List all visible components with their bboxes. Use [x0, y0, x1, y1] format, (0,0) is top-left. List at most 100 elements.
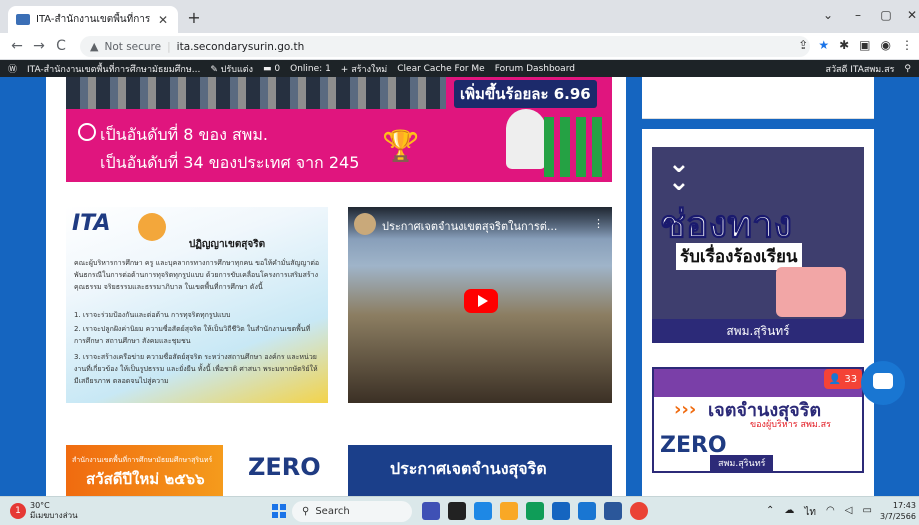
onedrive-icon[interactable]: ☁ — [784, 505, 794, 520]
declaration-item-1: 1. เราจะร่วมป้องกันและต่อต้าน การทุจริตท… — [74, 311, 231, 319]
screen: ITA-สำนักงานเขตพื้นที่การศึกษามัธยม... ✕… — [0, 0, 919, 525]
sidebar-divider — [642, 119, 874, 129]
youtube-video[interactable]: ประกาศเจตจำนงเขตสุจริตในการต่... ⋮ — [348, 207, 612, 403]
battery-icon[interactable]: ▭ — [862, 505, 871, 520]
ranking-banner[interactable]: เพิ่มขึ้นร้อยละ 6.96 เป็นอันดับที่ 8 ของ… — [66, 77, 612, 182]
taskbar-search[interactable]: ⚲ Search — [292, 501, 412, 522]
message-count-badge[interactable]: 👤 33 — [824, 369, 862, 389]
outlook-icon[interactable] — [578, 502, 596, 520]
declaration-item-2: 2. เราจะปลูกฝังค่านิยม ความซื่อสัตย์สุจร… — [74, 325, 311, 345]
ita-declaration-image[interactable]: ITA ปฏิญญาเขตสุจริต คณะผู้บริหารการศึกษา… — [66, 207, 328, 403]
weather-condition: มีเมฆบางส่วน — [30, 511, 78, 520]
forward-button[interactable]: → — [28, 38, 50, 54]
divider: | — [167, 40, 171, 53]
admin-forum-link[interactable]: Forum Dashboard — [495, 64, 575, 74]
complaint-channel-card[interactable]: ⌄ ⌄ ช่องทาง รับเรื่องร้องเรียน สพม.สุรินท… — [652, 147, 864, 343]
clock[interactable]: 17:43 3/7/2566 — [880, 500, 916, 522]
not-secure-label: Not secure — [104, 40, 162, 53]
zero-tolerance-logo: ZERO — [248, 453, 321, 481]
staff-photo — [66, 77, 446, 109]
tab-strip: ITA-สำนักงานเขตพื้นที่การศึกษามัธยม... ✕… — [0, 0, 919, 33]
chevrons-icon: ⌄ ⌄ — [668, 149, 690, 197]
admin-online-link[interactable]: Online: 1 — [290, 64, 331, 74]
share-icon[interactable]: ⇪ — [798, 38, 808, 52]
admin-site-link[interactable]: ITA-สำนักงานเขตพื้นที่การศึกษามัธยมศึกษ.… — [27, 62, 200, 76]
address-bar[interactable]: ▲ Not secure | ita.secondarysurin.go.th — [80, 36, 810, 57]
wordpress-icon[interactable]: Ⓦ — [8, 62, 17, 75]
admin-customize-link[interactable]: ✎ ปรับแต่ง — [210, 62, 253, 76]
more-options-icon[interactable]: ⋮ — [593, 217, 604, 230]
admin-clear-cache-link[interactable]: Clear Cache For Me — [397, 64, 484, 74]
chat-button[interactable] — [861, 361, 905, 405]
integrity-banner[interactable]: ประกาศเจตจำนงสุจริต — [348, 445, 612, 496]
play-icon — [478, 295, 488, 307]
store-icon[interactable] — [552, 502, 570, 520]
channel-avatar[interactable] — [354, 213, 376, 235]
ita-logo-text: ITA — [72, 211, 111, 236]
sidepanel-icon[interactable]: ▣ — [859, 38, 870, 52]
admin-comments-link[interactable]: ▬ 0 — [263, 64, 280, 74]
complaint-card-subtitle: รับเรื่องร้องเรียน — [676, 243, 802, 270]
reload-button[interactable]: C — [50, 38, 72, 54]
banner-greeting: สวัสดีปีใหม่ ๒๕๖๖ — [86, 470, 205, 488]
language-icon[interactable]: ไท — [804, 505, 816, 520]
bookmark-star-icon[interactable]: ★ — [818, 38, 829, 52]
banner-office-text: สำนักงานเขตพื้นที่การศึกษามัธยมศึกษาสุริ… — [72, 456, 213, 464]
volume-icon[interactable]: ◁ — [845, 505, 853, 520]
temperature: 30°C — [30, 501, 50, 510]
sidebar-widget — [642, 77, 874, 119]
sidebar: ⌄ ⌄ ช่องทาง รับเรื่องร้องเรียน สพม.สุรินท… — [642, 77, 874, 496]
phone-illustration — [776, 267, 846, 317]
date: 3/7/2566 — [880, 512, 916, 521]
time: 17:43 — [892, 501, 916, 510]
browser-toolbar: ← → C ▲ Not secure | ita.secondarysurin.… — [0, 33, 919, 60]
url-text: ita.secondarysurin.go.th — [176, 40, 305, 53]
wifi-icon[interactable]: ◠ — [826, 505, 835, 520]
chrome-icon[interactable] — [630, 502, 648, 520]
new-tab-button[interactable]: + — [184, 8, 204, 28]
search-label: Search — [315, 506, 350, 517]
close-tab-icon[interactable]: ✕ — [156, 13, 170, 27]
file-explorer-icon[interactable] — [500, 502, 518, 520]
weather-icon[interactable]: 1 — [10, 503, 26, 519]
people-icon: 👤 — [828, 373, 842, 385]
page-viewport: เพิ่มขึ้นร้อยละ 6.96 เป็นอันดับที่ 8 ของ… — [0, 77, 919, 496]
chat-app-icon[interactable] — [474, 502, 492, 520]
arrows-icon: ››› — [674, 399, 697, 420]
chevron-up-icon[interactable]: ⌃ — [766, 505, 774, 520]
word-icon[interactable] — [604, 502, 622, 520]
weather-widget[interactable]: 30°C มีเมฆบางส่วน — [30, 501, 78, 521]
trophy-icon: 🏆 — [382, 129, 420, 164]
task-view-icon[interactable] — [448, 502, 466, 520]
restore-button[interactable]: ▢ — [876, 8, 896, 22]
windows-taskbar: 1 30°C มีเมฆบางส่วน ⚲ Search ⌃ ☁ ไท ◠ ◁ ▭ … — [0, 496, 919, 525]
browser-tab[interactable]: ITA-สำนักงานเขตพื้นที่การศึกษามัธยม... ✕ — [8, 6, 178, 33]
tab-search-icon[interactable]: ⌄ — [818, 8, 838, 22]
customize-label: ปรับแต่ง — [220, 64, 254, 75]
extensions-icon[interactable]: ✱ — [839, 38, 849, 52]
new-year-banner[interactable]: สำนักงานเขตพื้นที่การศึกษามัธยมศึกษาสุริ… — [66, 445, 328, 496]
declaration-item-3: 3. เราจะสร้างเครือข่าย ความซื่อสัตย์สุจร… — [74, 353, 318, 385]
back-button[interactable]: ← — [6, 38, 28, 54]
system-tray: ⌃ ☁ ไท ◠ ◁ ▭ — [766, 505, 872, 520]
integrity-card-footer: สพม.สุรินทร์ — [710, 455, 774, 471]
declaration-heading: ปฏิญญาเขตสุจริต — [188, 239, 266, 250]
edge-icon[interactable] — [526, 502, 544, 520]
menu-icon[interactable]: ⋮ — [901, 38, 913, 52]
start-button[interactable] — [272, 504, 286, 518]
badge-count: 33 — [844, 373, 858, 385]
minimize-button[interactable]: – — [848, 8, 868, 22]
admin-new-link[interactable]: + สร้างใหม่ — [341, 62, 387, 76]
widgets-app-icon[interactable] — [422, 502, 440, 520]
rank-line-2: เป็นอันดับที่ 34 ของประเทศ จาก 245 — [100, 153, 360, 172]
ita-logo: ITA — [72, 211, 111, 236]
admin-user-link[interactable]: สวัสดี ITAสพม.สร — [826, 62, 895, 76]
comments-count: 0 — [274, 63, 281, 74]
profile-icon[interactable]: ◉ — [881, 38, 891, 52]
wp-admin-bar: Ⓦ ITA-สำนักงานเขตพื้นที่การศึกษามัธยมศึก… — [0, 60, 919, 77]
close-window-button[interactable]: ✕ — [902, 8, 919, 22]
video-title[interactable]: ประกาศเจตจำนงเขตสุจริตในการต่... — [382, 217, 557, 235]
bullet-icon — [78, 123, 96, 141]
admin-search-icon[interactable]: ⚲ — [904, 64, 911, 74]
rank-line-1: เป็นอันดับที่ 8 ของ สพม. — [100, 125, 268, 144]
